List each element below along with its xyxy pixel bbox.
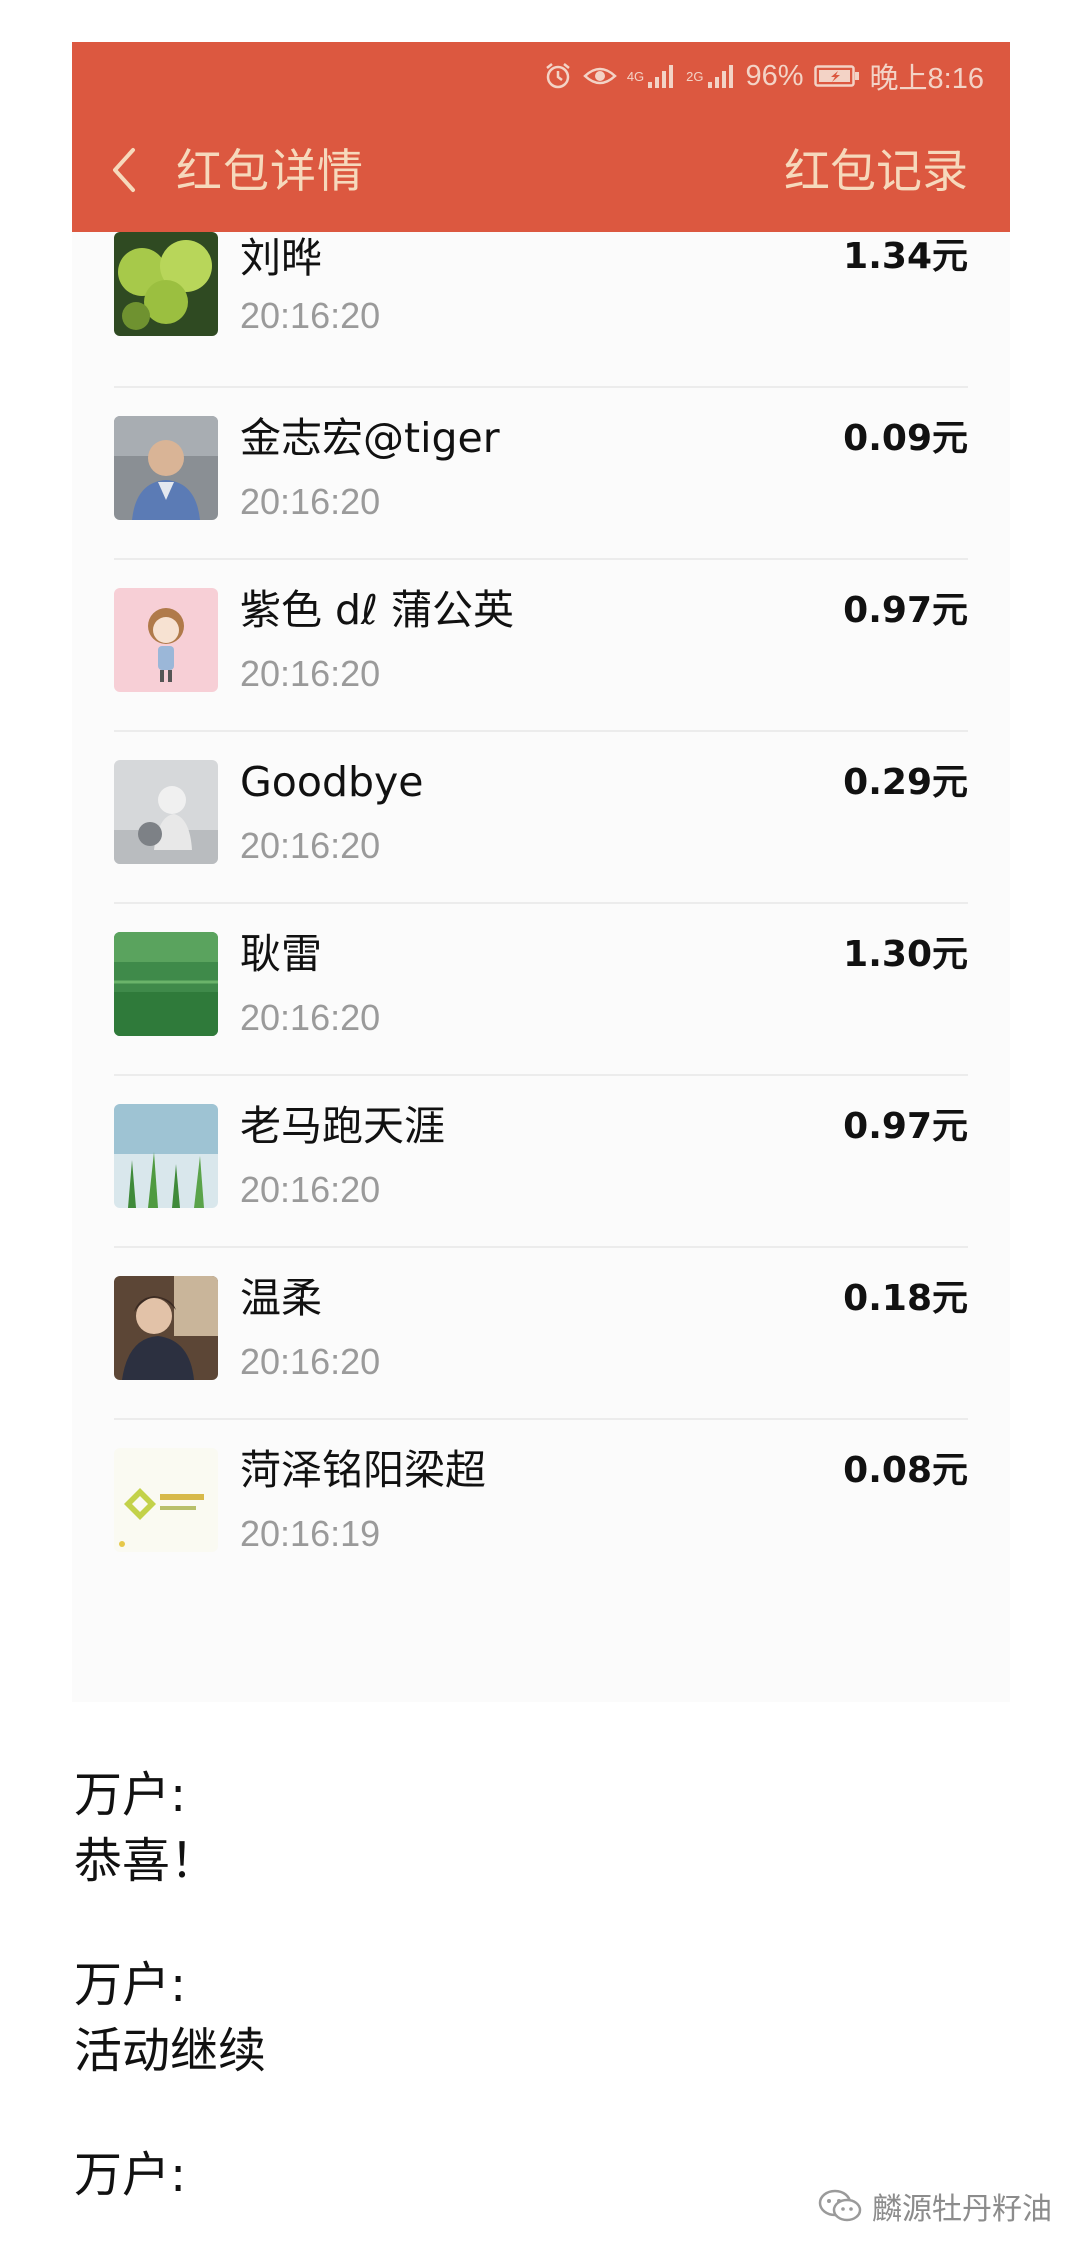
member-name: 刘晔	[240, 234, 322, 282]
watermark: 麟源牡丹籽油	[818, 2184, 1052, 2228]
comment-author: 万户:	[74, 1767, 187, 1823]
avatar	[114, 588, 218, 692]
avatar	[114, 416, 218, 520]
amount: 0.97元	[843, 590, 968, 631]
comment: 万户: 活动继续	[74, 1952, 974, 2084]
amount: 0.09元	[843, 418, 968, 459]
battery-icon	[813, 64, 860, 88]
red-packet-records-link[interactable]: 红包记录	[784, 142, 968, 200]
avatar	[114, 932, 218, 1036]
claim-time: 20:16:20	[240, 825, 381, 866]
avatar	[114, 1104, 218, 1208]
list-item[interactable]: 菏泽铭阳梁超 20:16:19 0.08元	[72, 1420, 1010, 1592]
list-item[interactable]: Goodbye 20:16:20 0.29元	[72, 732, 1010, 904]
comment-thread: 万户: 恭喜！ 万户: 活动继续 万户:	[74, 1762, 974, 2208]
amount: 1.30元	[843, 934, 968, 975]
amount: 1.34元	[843, 236, 968, 277]
claim-time: 20:16:20	[240, 481, 381, 522]
claim-time: 20:16:20	[240, 653, 381, 694]
list-item[interactable]: 金志宏@tiger 20:16:20 0.09元	[72, 388, 1010, 560]
amount: 0.18元	[843, 1278, 968, 1319]
amount: 0.29元	[843, 762, 968, 803]
member-name: 温柔	[240, 1274, 322, 1322]
claim-time: 20:16:20	[240, 1341, 381, 1382]
amount: 0.97元	[843, 1106, 968, 1147]
battery-percent: 96%	[745, 59, 804, 92]
avatar	[114, 232, 218, 336]
alarm-icon	[543, 61, 573, 91]
network-4g-label: 4G	[626, 68, 645, 84]
claim-time: 20:16:20	[240, 997, 381, 1038]
member-name: Goodbye	[240, 758, 424, 806]
network-2g-label: 2G	[686, 68, 704, 84]
4g-signal-icon: 4G	[627, 62, 676, 90]
amount: 0.08元	[843, 1450, 968, 1491]
watermark-text: 麟源牡丹籽油	[872, 2192, 1052, 2227]
comment-text: 活动继续	[74, 2023, 267, 2079]
list-item[interactable]: 老马跑天涯 20:16:20 0.97元	[72, 1076, 1010, 1248]
claim-time: 20:16:20	[240, 295, 381, 336]
avatar	[114, 1276, 218, 1380]
claim-time: 20:16:19	[240, 1513, 381, 1554]
page-title: 红包详情	[176, 144, 364, 198]
2g-signal-icon: 2G	[686, 62, 735, 90]
member-name: 老马跑天涯	[240, 1102, 445, 1150]
member-name: 紫色 dℓ 蒲公英	[240, 586, 515, 634]
chevron-left-icon	[113, 148, 135, 192]
list-item[interactable]: 刘晔 20:16:20 1.34元	[72, 232, 1010, 388]
comment: 万户: 恭喜！	[74, 1762, 974, 1894]
avatar	[114, 1448, 218, 1552]
list-item[interactable]: 温柔 20:16:20 0.18元	[72, 1248, 1010, 1420]
wechat-icon	[818, 2189, 862, 2222]
screenshot-frame: 4G 2G 96% 晚上8:16 红包详情 红包记录 刘晔 20:16:20 1…	[72, 42, 1010, 1702]
eye-icon	[582, 63, 617, 89]
comment-author: 万户:	[74, 1957, 187, 2013]
comment-text: 恭喜！	[74, 1833, 219, 1889]
header-bar: 红包详情 红包记录	[72, 108, 1010, 232]
claim-time: 20:16:20	[240, 1169, 381, 1210]
member-name: 金志宏@tiger	[240, 414, 500, 462]
red-packet-record-list: 刘晔 20:16:20 1.34元 金志宏@tiger 20:16:20 0.0…	[72, 232, 1010, 1592]
status-icons: 4G 2G 96% 晚上8:16	[543, 56, 984, 96]
avatar	[114, 760, 218, 864]
clock: 晚上8:16	[869, 63, 984, 95]
list-item[interactable]: 紫色 dℓ 蒲公英 20:16:20 0.97元	[72, 560, 1010, 732]
back-button[interactable]	[98, 140, 148, 200]
member-name: 菏泽铭阳梁超	[240, 1446, 486, 1494]
list-item[interactable]: 耿雷 20:16:20 1.30元	[72, 904, 1010, 1076]
member-name: 耿雷	[240, 930, 322, 978]
status-bar: 4G 2G 96% 晚上8:16	[72, 42, 1010, 108]
